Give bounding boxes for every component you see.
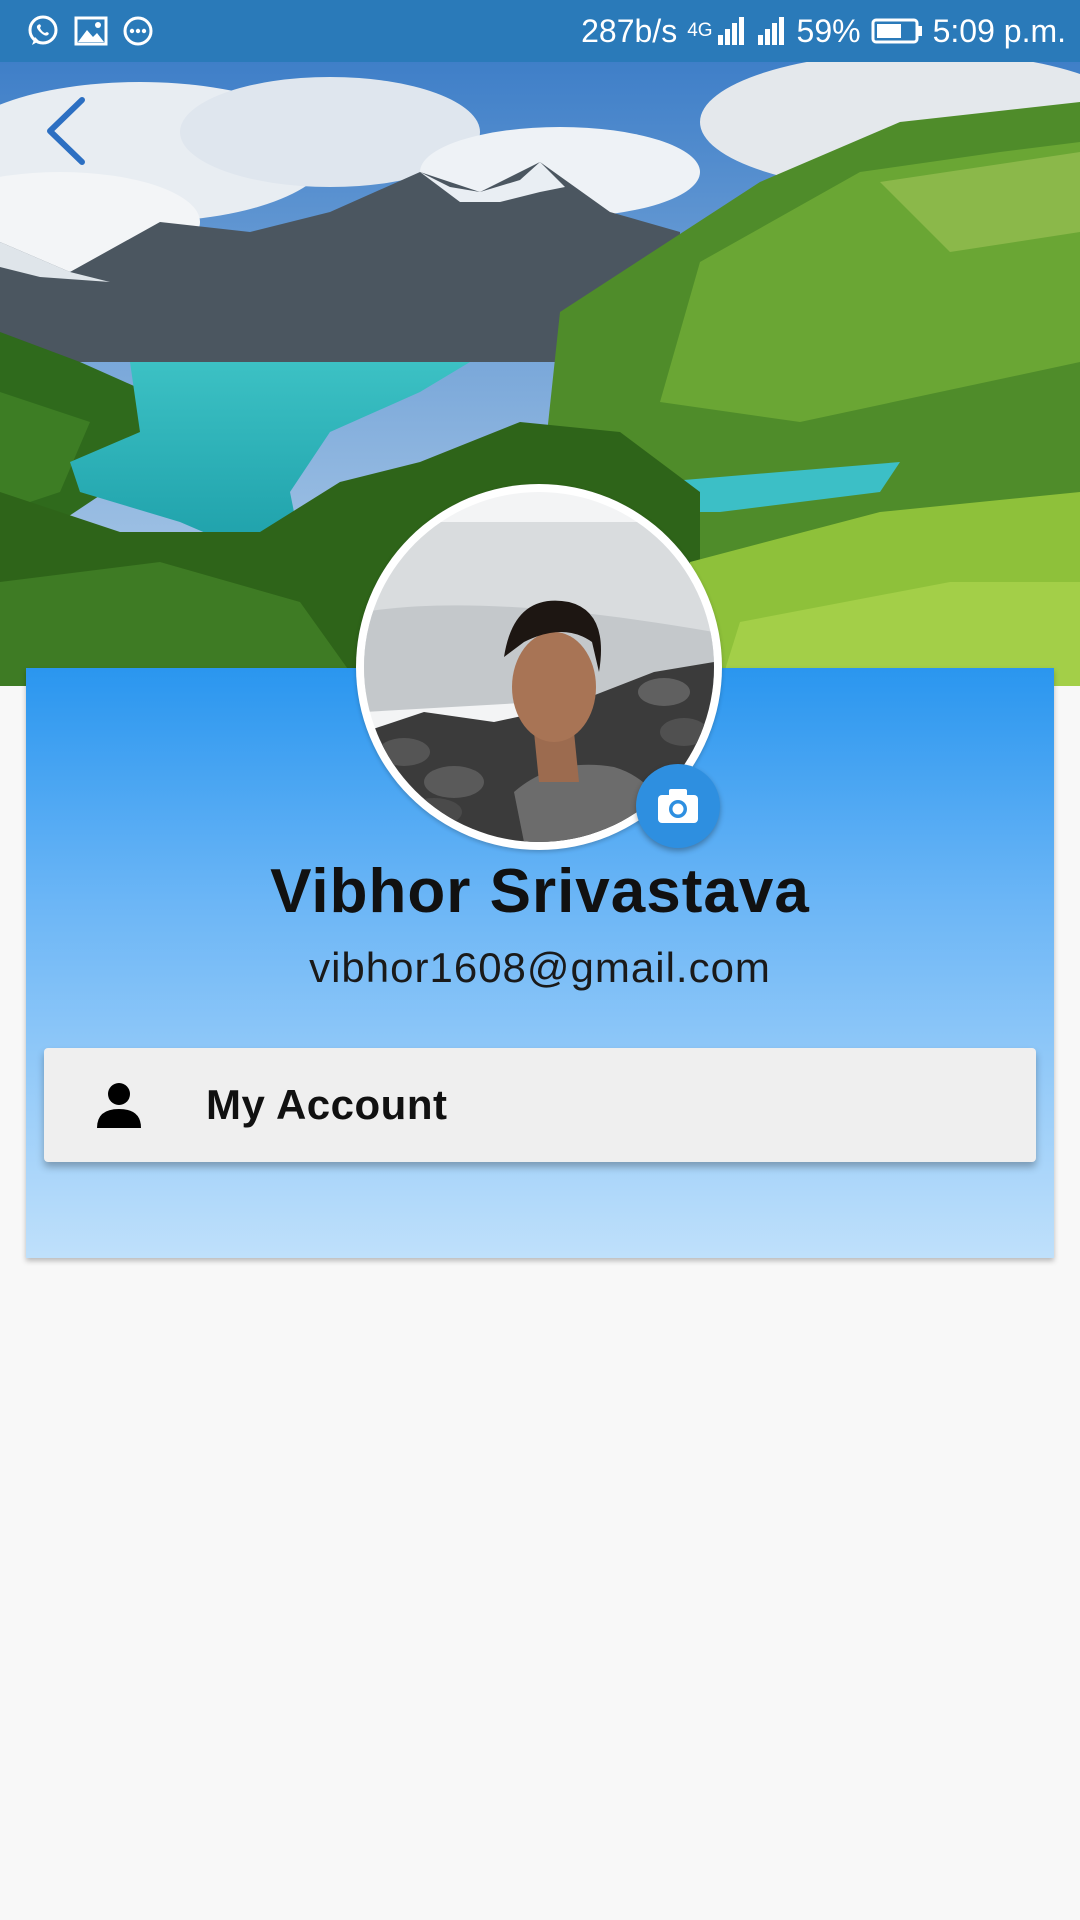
- more-options-icon: [122, 15, 154, 47]
- chevron-left-icon: [47, 97, 85, 165]
- notification-icons: [26, 12, 154, 50]
- battery-percent: 59%: [796, 12, 861, 49]
- network-type: 4G: [687, 20, 713, 41]
- my-account-button[interactable]: My Account: [44, 1048, 1036, 1162]
- signal-icon: [717, 17, 747, 45]
- change-photo-button[interactable]: [636, 764, 720, 848]
- whatsapp-icon: [26, 14, 60, 48]
- clock: 5:09 p.m.: [932, 12, 1066, 49]
- camera-icon: [658, 789, 698, 823]
- system-status: 287b/s 4G 59% 5:09 p.m.: [581, 8, 1066, 54]
- profile-name: Vibhor Srivastava: [270, 857, 810, 926]
- my-account-label: My Account: [206, 1081, 448, 1128]
- person-icon: [97, 1083, 141, 1128]
- back-button[interactable]: [40, 92, 94, 170]
- profile-email: vibhor1608@gmail.com: [309, 944, 771, 991]
- gallery-icon: [74, 16, 108, 46]
- status-bar: 287b/s 4G 59% 5:09 p.m.: [0, 0, 1080, 62]
- battery-icon: [871, 17, 923, 45]
- signal-icon-sim2: [757, 17, 787, 45]
- network-speed: 287b/s: [581, 12, 678, 49]
